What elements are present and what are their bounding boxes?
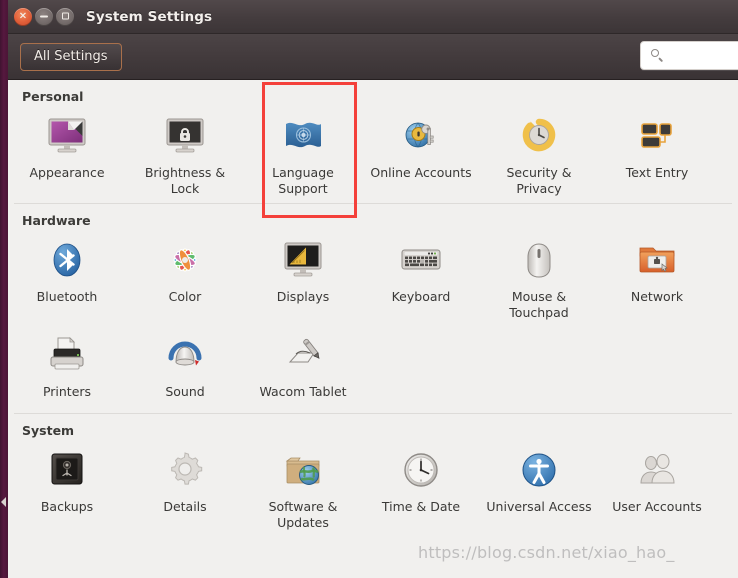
personal-row-1: Appearance Brightness & Lock Language Su… (8, 108, 738, 196)
settings-item-label: Bluetooth (36, 289, 98, 305)
settings-item-label: Brightness & Lock (144, 165, 226, 196)
settings-item-label: Time & Date (381, 499, 461, 515)
window-controls: × (14, 7, 74, 26)
settings-item-label: Mouse & Touchpad (509, 289, 569, 320)
settings-item-label: Online Accounts (370, 165, 472, 180)
bluetooth-icon (43, 236, 91, 284)
title-bar: × System Settings (8, 0, 738, 34)
section-system: System Backups Details Software & Update… (8, 413, 738, 530)
settings-item-universal-access[interactable]: Universal Access (480, 442, 598, 530)
settings-item-label: Network (630, 289, 684, 305)
settings-item-color[interactable]: Color (126, 232, 244, 320)
settings-item-label: Backups (40, 499, 94, 515)
toolbar: All Settings (8, 34, 738, 80)
keyboard-icon (397, 236, 445, 284)
window-title: System Settings (86, 8, 213, 25)
network-icon (633, 236, 681, 284)
settings-item-backups[interactable]: Backups (8, 442, 126, 530)
text-entry-icon (633, 112, 681, 160)
online-accounts-icon (397, 112, 445, 160)
settings-item-label: Details (163, 499, 207, 515)
section-personal: Personal Appearance Brightness & Lock La… (8, 80, 738, 218)
details-icon (161, 446, 209, 494)
settings-item-label: Text Entry (625, 165, 689, 180)
settings-item-text-entry[interactable]: Text Entry (598, 108, 716, 196)
window-frame: × System Settings All Settings Personal (8, 0, 738, 578)
close-button[interactable]: × (14, 7, 32, 26)
language-support-icon (279, 112, 327, 160)
system-row-1: Backups Details Software & Updates Time … (8, 442, 738, 530)
appearance-icon (43, 112, 91, 160)
settings-item-label: Language Support (272, 165, 334, 196)
settings-item-online-accounts[interactable]: Online Accounts (362, 108, 480, 196)
maximize-button[interactable] (56, 7, 74, 26)
system-settings-window: × System Settings All Settings Personal (0, 0, 738, 578)
unity-launcher-strip (0, 0, 8, 578)
printers-icon (43, 331, 91, 379)
settings-item-keyboard[interactable]: Keyboard (362, 232, 480, 320)
section-title-system: System (22, 423, 75, 439)
hardware-row-2: Printers Sound Wacom Tablet (8, 327, 738, 400)
color-icon (161, 236, 209, 284)
settings-item-label: User Accounts (612, 499, 702, 515)
settings-item-bluetooth[interactable]: Bluetooth (8, 232, 126, 320)
settings-item-mouse-touchpad[interactable]: Mouse & Touchpad (480, 232, 598, 320)
section-hardware: Hardware Bluetooth Color Displays Keyboa… (8, 203, 738, 399)
settings-item-details[interactable]: Details (126, 442, 244, 530)
settings-item-sound[interactable]: Sound (126, 327, 244, 400)
hardware-row-1: Bluetooth Color Displays Keyboard Mouse … (8, 232, 738, 320)
settings-item-label: Sound (165, 383, 205, 399)
wacom-tablet-icon (279, 331, 327, 379)
settings-item-label: Software & Updates (268, 499, 338, 530)
software-updates-icon (279, 446, 327, 494)
settings-item-software-updates[interactable]: Software & Updates (244, 442, 362, 530)
settings-item-label: Keyboard (391, 289, 451, 305)
user-accounts-icon (633, 446, 681, 494)
settings-item-label: Security & Privacy (506, 165, 572, 196)
search-input[interactable] (657, 47, 738, 64)
displays-icon (279, 236, 327, 284)
search-box[interactable] (640, 41, 738, 70)
settings-item-label: Appearance (29, 165, 105, 180)
backups-icon (43, 446, 91, 494)
settings-item-user-accounts[interactable]: User Accounts (598, 442, 716, 530)
launcher-reveal-arrow-icon (1, 497, 6, 507)
brightness-lock-icon (161, 112, 209, 160)
settings-item-brightness-lock[interactable]: Brightness & Lock (126, 108, 244, 196)
settings-item-label: Displays (276, 289, 330, 305)
universal-access-icon (515, 446, 563, 494)
settings-content: Personal Appearance Brightness & Lock La… (8, 80, 738, 578)
settings-item-wacom-tablet[interactable]: Wacom Tablet (244, 327, 362, 400)
settings-item-language-support[interactable]: Language Support (244, 108, 362, 196)
time-date-icon (397, 446, 445, 494)
settings-item-network[interactable]: Network (598, 232, 716, 320)
settings-item-label: Universal Access (486, 499, 592, 515)
settings-item-time-date[interactable]: Time & Date (362, 442, 480, 530)
section-title-personal: Personal (22, 89, 84, 104)
sound-icon (161, 331, 209, 379)
mouse-touchpad-icon (515, 236, 563, 284)
security-privacy-icon (515, 112, 563, 160)
settings-item-security-privacy[interactable]: Security & Privacy (480, 108, 598, 196)
settings-item-label: Printers (42, 383, 92, 399)
section-title-hardware: Hardware (22, 213, 91, 229)
minimize-button[interactable] (35, 7, 53, 26)
settings-item-label: Wacom Tablet (259, 383, 347, 399)
all-settings-button[interactable]: All Settings (20, 42, 122, 71)
settings-item-appearance[interactable]: Appearance (8, 108, 126, 196)
settings-item-printers[interactable]: Printers (8, 327, 126, 400)
settings-item-displays[interactable]: Displays (244, 232, 362, 320)
settings-item-label: Color (168, 289, 202, 305)
